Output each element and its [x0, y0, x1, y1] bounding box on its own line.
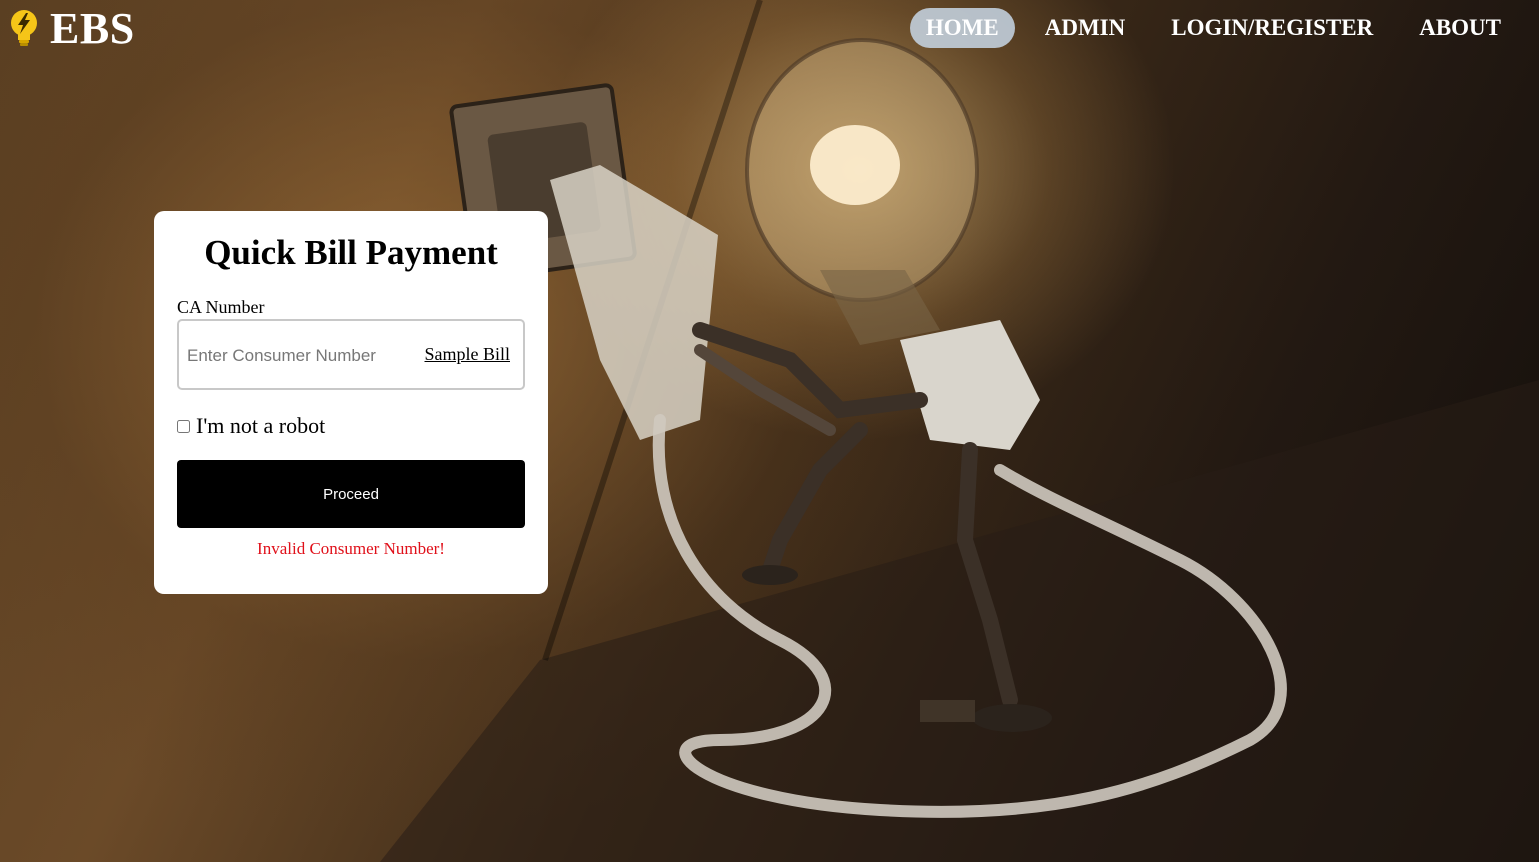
- nav-admin[interactable]: ADMIN: [1029, 8, 1142, 48]
- ca-number-label: CA Number: [177, 297, 265, 317]
- quick-bill-payment-card: Quick Bill Payment CA Number Sample Bill…: [154, 211, 548, 594]
- not-robot-checkbox[interactable]: [177, 419, 190, 433]
- not-robot-label[interactable]: I'm not a robot: [196, 413, 325, 439]
- nav-menu: HOME ADMIN LOGIN/REGISTER ABOUT: [896, 8, 1517, 48]
- card-title: Quick Bill Payment: [204, 233, 498, 272]
- navbar: EBS HOME ADMIN LOGIN/REGISTER ABOUT: [0, 0, 1539, 58]
- lightbulb-bolt-icon: [8, 8, 40, 48]
- proceed-button[interactable]: Proceed: [177, 460, 525, 528]
- nav-login-register[interactable]: LOGIN/REGISTER: [1155, 8, 1389, 48]
- brand[interactable]: EBS: [8, 3, 135, 53]
- captcha-row: I'm not a robot: [177, 413, 325, 439]
- nav-about[interactable]: ABOUT: [1403, 8, 1517, 48]
- consumer-number-input[interactable]: [185, 339, 419, 373]
- nav-home[interactable]: HOME: [909, 8, 1015, 48]
- error-message: Invalid Consumer Number!: [257, 539, 445, 558]
- sample-bill-link[interactable]: Sample Bill: [425, 344, 511, 365]
- ca-number-field-wrapper: Sample Bill: [177, 319, 525, 390]
- brand-name: EBS: [50, 3, 135, 53]
